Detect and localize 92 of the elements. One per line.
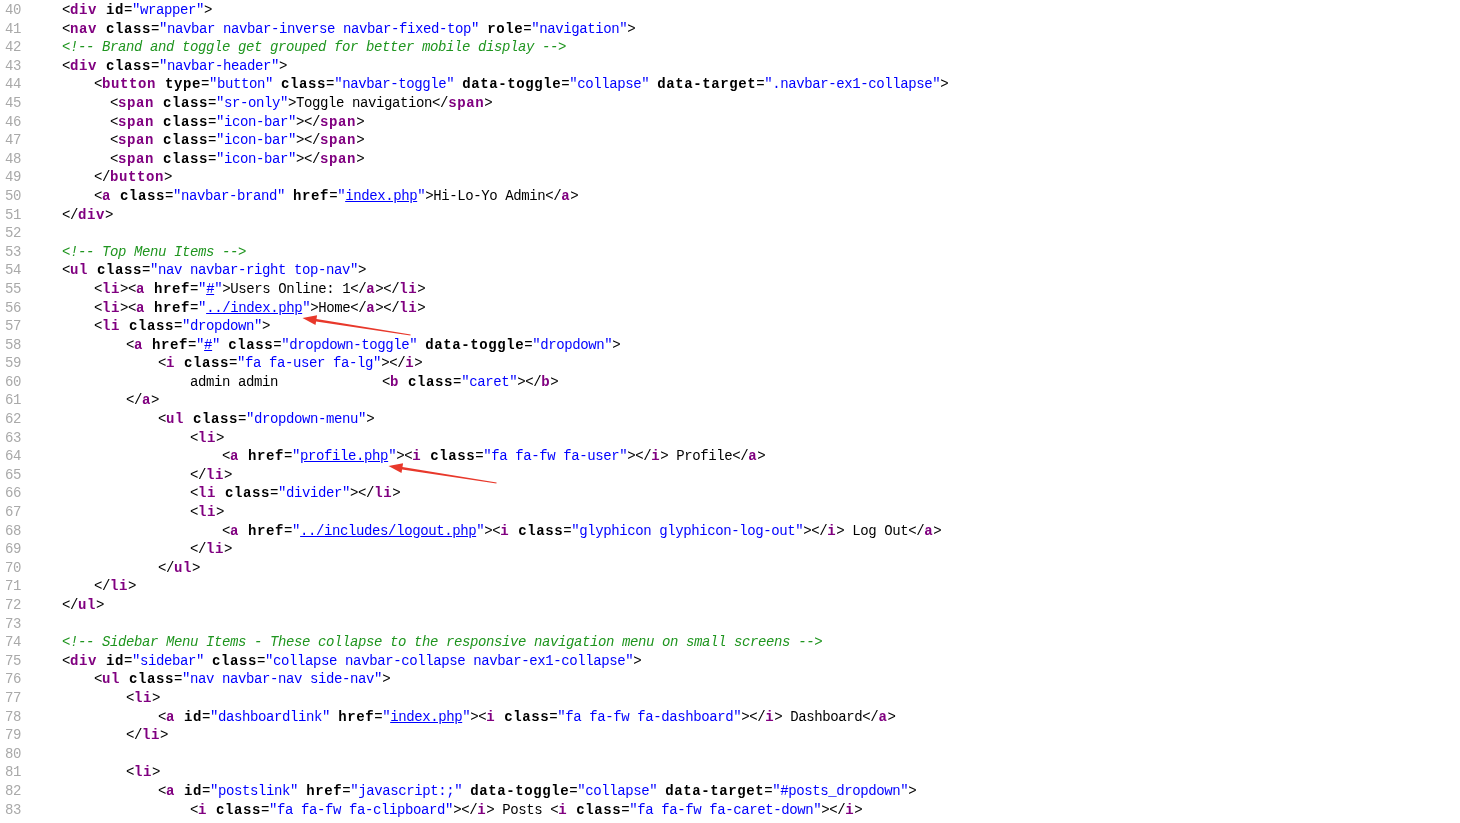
code-line: <li> [126,763,161,782]
line-number: 41 [5,20,21,37]
line-number: 68 [5,522,21,539]
line-number: 50 [5,187,21,204]
code-line: </ul> [62,596,105,615]
code-line: <li> [190,428,225,448]
line-number: 43 [5,57,21,74]
code-line: <i class="fa fa-user fa-lg"></i> [158,354,423,373]
line-number: 45 [5,94,21,111]
code-line: </ul> [158,558,201,578]
line-number: 70 [5,559,21,576]
code-line: <a href="#" class="dropdown-toggle" data-toggle="dropdown"> [126,335,621,355]
source-link[interactable]: # [206,280,215,297]
line-number: 62 [5,411,21,428]
code-line: <ul class="nav navbar-nav side-nav"> [94,670,391,689]
line-number: 74 [5,634,21,651]
line-number: 82 [5,782,21,799]
line-number: 58 [5,336,21,353]
line-number: 73 [5,615,21,632]
line-number: 51 [5,206,21,223]
line-number: 49 [5,169,21,186]
line-number: 61 [5,392,21,409]
source-link[interactable]: ../includes/logout.php [300,522,477,539]
code-line: </li> [126,726,169,745]
code-line: </li> [190,540,233,559]
line-number: 66 [5,485,21,502]
code-line: </button> [94,168,173,187]
code-line: <li><a href="#">Users Online: 1</a></li> [94,279,426,299]
code-line: <nav class="navbar navbar-inverse navbar-fixed-top" role="navigation"> [62,19,636,39]
code-line: <span class="icon-bar"></span> [110,112,365,132]
code-line: <!-- Brand and toggle get grouped for better mobile display --> [62,38,567,57]
code-line: </li> [190,465,233,485]
code-line: </a> [126,391,160,411]
line-number: 72 [5,597,21,613]
source-link[interactable]: index.php [390,708,463,725]
code-line: <li class="dropdown"> [94,317,271,336]
line-number: 67 [5,504,21,521]
code-line: <button type="button" class="navbar-toggle" data-toggle="collapse" data-target=".navbar-ex1-collapse"> [94,75,949,94]
line-number: 57 [5,318,21,335]
line-number: 69 [5,541,21,558]
code-line: <a id="dashboardlink" href="index.php"><i class="fa fa-fw fa-dashboard"></i> Dashboard</a> [158,707,896,727]
line-number: 59 [5,355,21,372]
code-line: </li> [94,577,137,596]
line-number: 56 [5,299,21,316]
code-line: <li class="divider"></li> [190,484,401,504]
line-number: 83 [5,801,21,818]
line-number: 78 [5,708,21,725]
line-number: 40 [5,2,21,18]
line-number: 75 [5,652,21,669]
code-line: <span class="sr-only">Toggle navigation</span> [110,93,493,113]
code-line: <div id="wrapper"> [62,1,213,20]
line-number: 60 [5,373,21,390]
line-number: 53 [5,243,21,260]
code-line: <a href="../includes/logout.php"><i class="glyphicon glyphicon-log-out"></i> Log Out</a> [222,521,942,541]
line-number: 48 [5,150,21,167]
line-number: 81 [5,764,21,781]
line-number: 42 [5,39,21,56]
line-number: 64 [5,448,21,465]
code-line: <ul class="dropdown-menu"> [158,410,375,429]
line-number: 79 [5,727,21,744]
source-link[interactable]: profile.php [300,448,389,465]
code-line: <ul class="nav navbar-right top-nav"> [62,261,367,280]
code-line: admin admin <b class="caret"></b> [190,372,559,392]
line-number: 80 [5,745,21,762]
code-line: <li><a href="../index.php">Home</a></li> [94,298,426,318]
code-line: </div> [62,205,114,225]
line-number: 47 [5,132,21,149]
source-link[interactable]: ../index.php [206,299,303,316]
code-line: <li> [126,688,161,708]
line-number: 63 [5,429,21,446]
line-number: 76 [5,671,21,688]
source-link[interactable]: index.php [345,187,418,204]
code-line: <div id="sidebar" class="collapse navbar-collapse navbar-ex1-collapse"> [62,651,642,671]
code-line: <i class="fa fa-fw fa-clipboard"></i> Posts <i class="fa fa-fw fa-caret-down"></i> [190,800,863,820]
code-line: <!-- Sidebar Menu Items - These collapse to the responsive navigation menu on small screens --> [62,633,823,652]
code-line: <span class="icon-bar"></span> [110,149,365,169]
code-line: <a id="postslink" href="javascript:;" data-toggle="collapse" data-target="#posts_dropdown"> [158,781,917,801]
line-number: 55 [5,280,21,297]
code-line: <a class="navbar-brand" href="index.php">Hi-Lo-Yo Admin</a> [94,186,579,206]
line-number: 46 [5,113,21,130]
code-line: <a href="profile.php"><i class="fa fa-fw fa-user"></i> Profile</a> [222,447,766,466]
line-number: 54 [5,262,21,279]
line-number: 65 [5,466,21,483]
line-number: 44 [5,76,21,93]
code-line: <li> [190,503,225,522]
line-number: 77 [5,689,21,706]
code-line: <span class="icon-bar"></span> [110,131,365,150]
code-line: <div class="navbar-header"> [62,56,288,76]
code-line: <!-- Top Menu Items --> [62,242,247,262]
source-link[interactable]: # [204,336,213,353]
line-number: 71 [5,578,21,595]
line-number: 52 [5,225,21,242]
